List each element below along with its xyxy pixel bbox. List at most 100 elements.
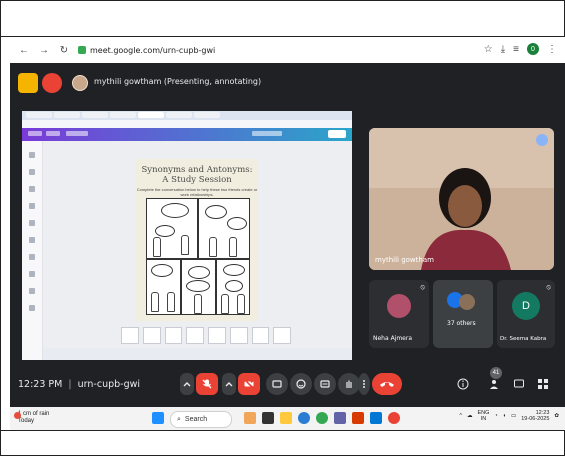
emoji-icon — [296, 379, 306, 389]
raise-hand-icon — [346, 380, 352, 388]
address-bar[interactable]: meet.google.com/urn-cupb-gwi — [78, 46, 215, 55]
tray-chevron-icon[interactable]: ^ — [459, 413, 462, 419]
site-icon — [78, 46, 86, 54]
file-explorer-icon[interactable] — [280, 412, 292, 424]
teams-icon[interactable] — [334, 412, 346, 424]
frame-line-left — [0, 0, 1, 456]
mic-options-chevron-icon[interactable] — [180, 373, 194, 395]
menu-kebab-icon[interactable]: ⋮ — [547, 44, 557, 55]
browser-actions: ☆ ⤓ ≡ 0 ⋮ — [484, 43, 557, 55]
profile-avatar[interactable]: 0 — [527, 43, 539, 55]
pinned-app-icon[interactable] — [244, 412, 256, 424]
others-count: 37 others — [447, 320, 476, 327]
chrome-icon[interactable] — [316, 412, 328, 424]
slide-title-line2: A Study Session — [162, 175, 232, 185]
comic-panel — [181, 259, 216, 315]
outlook-icon[interactable] — [370, 412, 382, 424]
participant-tile-others[interactable]: 37 others — [433, 280, 493, 348]
video-tile-main[interactable]: mythili gowtham — [369, 128, 554, 270]
mic-off-icon — [202, 379, 212, 389]
mic-toggle-button[interactable] — [196, 373, 218, 395]
mic-off-icon: ⦸ — [420, 284, 425, 291]
taskbar-search[interactable]: ⌕ Search — [170, 411, 232, 428]
activities-icon[interactable] — [536, 377, 550, 391]
present-icon — [272, 380, 282, 388]
present-stop-icon[interactable] — [42, 73, 62, 93]
participant-name: Neha Ajmera — [373, 335, 413, 342]
pinned-app-icon[interactable] — [388, 412, 400, 424]
chat-icon[interactable] — [512, 377, 526, 391]
main-tile-name: mythili gowtham — [375, 256, 434, 264]
presenter-avatar — [72, 75, 88, 91]
present-screen-button[interactable] — [266, 373, 288, 395]
notification-icon[interactable]: ✿ — [554, 413, 559, 419]
meet-header: mythili gowtham (Presenting, annotating) — [10, 63, 565, 111]
volume-icon[interactable]: ◖ — [503, 413, 506, 419]
address-text: meet.google.com/urn-cupb-gwi — [90, 45, 216, 55]
bookmark-star-icon[interactable]: ☆ — [484, 44, 493, 55]
screenshot: ← → ↻ meet.google.com/urn-cupb-gwi ☆ ⤓ ≡… — [10, 37, 565, 430]
participant-tile-seema[interactable]: D ⦸ Dr. Seema Kabra — [497, 280, 555, 348]
slide: Synonyms and Antonyms: A Study Session C… — [136, 159, 258, 321]
camera-toggle-button[interactable] — [238, 373, 260, 395]
language-indicator[interactable]: ENG IN — [477, 410, 489, 422]
camera-off-icon — [243, 378, 255, 390]
captions-button[interactable] — [314, 373, 336, 395]
browser-toolbar: ← → ↻ meet.google.com/urn-cupb-gwi ☆ ⤓ ≡… — [10, 37, 565, 63]
slide-thumbnails — [121, 327, 291, 344]
comic-panel — [216, 259, 250, 315]
windows-taskbar: 1 cm of rain Today ⌕ Search ^ ☁ ENG IN ◔… — [10, 407, 565, 430]
shared-screen: Synonyms and Antonyms: A Study Session C… — [22, 111, 352, 360]
system-tray: ^ ☁ ENG IN ◔ ◖ ▭ 12:23 19-06-2025 ✿ — [459, 410, 559, 422]
leave-call-button[interactable] — [372, 373, 402, 395]
camera-options-chevron-icon[interactable] — [222, 373, 236, 395]
download-icon[interactable]: ⤓ — [501, 44, 505, 55]
weather-widget[interactable]: 1 cm of rain Today — [14, 411, 50, 425]
captions-icon — [320, 380, 330, 388]
people-icon[interactable] — [488, 377, 502, 391]
presenter-video — [369, 128, 554, 270]
meeting-details-icon[interactable] — [456, 377, 470, 391]
hang-up-icon — [380, 382, 394, 387]
participant-count-badge: 41 — [490, 367, 502, 379]
office-icon[interactable] — [352, 412, 364, 424]
comic-panel — [198, 198, 250, 259]
more-options-icon[interactable] — [358, 373, 370, 395]
canva-side-panel — [22, 141, 43, 360]
forward-icon[interactable]: → — [38, 45, 50, 56]
raise-hand-button[interactable] — [338, 373, 360, 395]
slides-icon[interactable] — [18, 73, 38, 93]
presenter-status: mythili gowtham (Presenting, annotating) — [94, 77, 262, 86]
comic-panel — [146, 259, 181, 315]
onedrive-icon[interactable]: ☁ — [467, 413, 473, 419]
speaking-indicator-icon — [536, 134, 548, 146]
others-avatar — [459, 294, 475, 310]
task-view-icon[interactable] — [262, 412, 274, 424]
media-icon[interactable]: ≡ — [513, 44, 519, 55]
canva-toolbar — [22, 128, 352, 141]
reload-icon[interactable]: ↻ — [58, 45, 70, 56]
meeting-divider: | — [65, 379, 75, 390]
back-icon[interactable]: ← — [18, 45, 30, 56]
weather-line2: Today — [18, 418, 35, 424]
weather-icon — [14, 412, 21, 419]
region-code: IN — [480, 416, 487, 422]
clock-date: 19-06-2025 — [521, 416, 550, 422]
slide-title-line1: Synonyms and Antonyms: — [141, 165, 253, 175]
participant-tile-neha[interactable]: ⦸ Neha Ajmera — [369, 280, 429, 348]
edge-icon[interactable] — [298, 412, 310, 424]
clock[interactable]: 12:23 19-06-2025 — [521, 410, 549, 422]
weather-line1: 1 cm of rain — [18, 411, 50, 417]
shared-address-bar — [22, 120, 352, 128]
meeting-code: urn-cupb-gwi — [77, 379, 141, 390]
participant-initial-avatar: D — [512, 292, 540, 320]
shared-windows-taskbar — [43, 348, 352, 360]
search-placeholder: Search — [184, 416, 208, 423]
mic-off-icon: ⦸ — [546, 284, 551, 291]
battery-icon[interactable]: ▭ — [511, 413, 516, 419]
start-windows-icon[interactable] — [152, 412, 164, 424]
wifi-icon[interactable]: ◔ — [494, 413, 497, 419]
emoji-button[interactable] — [290, 373, 312, 395]
shared-browser-tabs — [22, 111, 352, 120]
meeting-time: 12:23 PM — [18, 379, 63, 390]
